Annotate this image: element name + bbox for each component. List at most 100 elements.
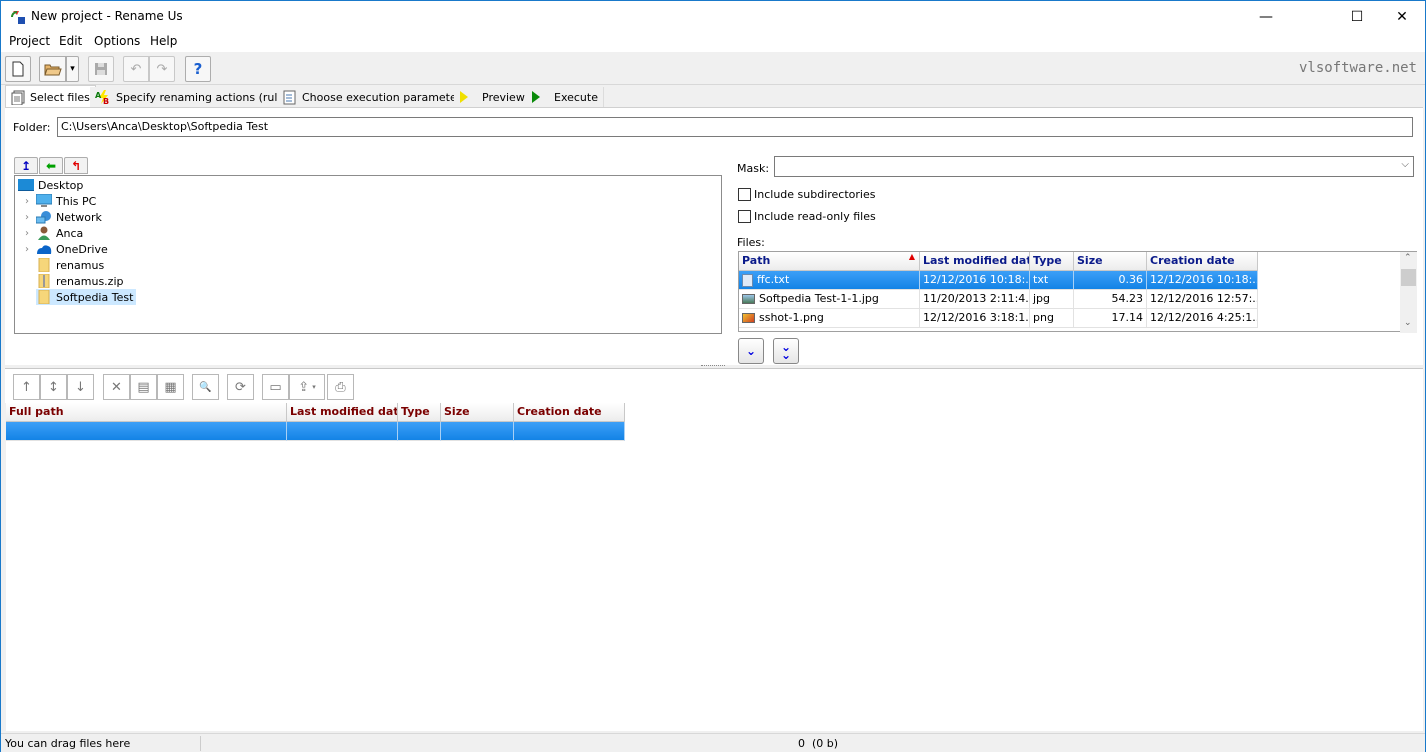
refresh-button[interactable]: ⟳: [227, 374, 254, 400]
undo-icon: ↶: [130, 61, 142, 77]
status-bar: You can drag files here 0 (0 b): [1, 733, 1425, 752]
status-count: 0 (0 b): [798, 737, 839, 750]
remove-button[interactable]: ✕: [103, 374, 130, 400]
selected-files-grid[interactable]: Full path Last modified date Type Size C…: [6, 403, 1423, 731]
remove-icon: ✕: [111, 379, 122, 395]
ab-icon: AB: [95, 90, 109, 104]
expand-chevron-icon[interactable]: ›: [18, 244, 36, 255]
maximize-button[interactable]: ☐: [1334, 1, 1380, 32]
column-header-path[interactable]: Path ▲: [739, 252, 920, 271]
columns-icon: ▭: [269, 379, 282, 395]
remove-selected-button[interactable]: ▤: [130, 374, 157, 400]
nav-up-button[interactable]: ↥: [14, 157, 38, 174]
tab-label: Choose execution parameters: [302, 90, 468, 104]
menu-options[interactable]: Options: [94, 34, 140, 48]
tree-item-softpedia-test[interactable]: Softpedia Test: [36, 289, 137, 305]
tree-item-onedrive[interactable]: › OneDrive: [18, 241, 108, 257]
new-icon: [12, 61, 24, 77]
menu-help[interactable]: Help: [150, 34, 177, 48]
column-header-created[interactable]: Creation date: [1147, 252, 1258, 271]
scroll-up-icon[interactable]: ⌃: [1404, 253, 1412, 263]
image-file-icon: [742, 294, 755, 304]
mask-combobox[interactable]: ⌵: [774, 156, 1414, 177]
redo-icon: ↷: [156, 61, 168, 77]
chevron-down-icon[interactable]: ⌵: [1401, 159, 1409, 170]
menu-edit[interactable]: Edit: [59, 34, 82, 48]
tab-execution-parameters[interactable]: Choose execution parameters: [278, 87, 474, 107]
column-header-full-path[interactable]: Full path: [6, 403, 287, 422]
tree-item-this-pc[interactable]: › This PC: [18, 193, 96, 209]
dropdown-icon: ▾: [70, 64, 75, 74]
tree-item-anca[interactable]: › Anca: [18, 225, 83, 241]
close-button[interactable]: ✕: [1379, 1, 1425, 32]
columns-button[interactable]: ▭: [262, 374, 289, 400]
open-project-button[interactable]: [39, 56, 66, 82]
print-button[interactable]: ⎙: [327, 374, 354, 400]
scroll-down-icon[interactable]: ⌄: [1404, 318, 1412, 328]
add-all-button[interactable]: ⌄ ⌄: [773, 338, 799, 364]
tree-item-network[interactable]: › Network: [18, 209, 102, 225]
folder-icon: [38, 290, 50, 304]
files-grid[interactable]: Path ▲ Last modified date Type Size Creat…: [738, 251, 1417, 333]
save-icon: [95, 63, 107, 75]
tab-strip: Select files AB Specify renaming actions…: [1, 85, 1425, 108]
expand-chevron-icon[interactable]: ›: [18, 228, 36, 239]
tree-item-renamus[interactable]: renamus: [36, 257, 104, 273]
tab-select-files[interactable]: Select files: [5, 85, 96, 108]
help-button[interactable]: ?: [185, 56, 211, 82]
include-readonly-checkbox[interactable]: Include read-only files: [738, 210, 876, 223]
column-header-size[interactable]: Size: [441, 403, 514, 422]
save-project-button[interactable]: [88, 56, 114, 82]
user-icon: [38, 226, 50, 240]
redo-button[interactable]: ↷: [149, 56, 175, 82]
expand-chevron-icon[interactable]: ›: [18, 196, 36, 207]
remove-selected-icon: ▤: [137, 379, 150, 395]
minimize-icon: —: [1259, 8, 1273, 25]
svg-text:A: A: [95, 91, 102, 100]
column-header-created[interactable]: Creation date: [514, 403, 625, 422]
png-file-icon: [742, 313, 755, 323]
files-scrollbar[interactable]: ⌃ ⌄: [1400, 252, 1417, 333]
pages-icon: [11, 90, 25, 105]
minimize-button[interactable]: —: [1243, 1, 1289, 32]
nav-return-button[interactable]: ↰: [64, 157, 88, 174]
move-down-button[interactable]: ↓: [67, 374, 94, 400]
add-selected-button[interactable]: ⌄: [738, 338, 764, 364]
include-subdirectories-checkbox[interactable]: Include subdirectories: [738, 188, 875, 201]
column-header-size[interactable]: Size: [1074, 252, 1147, 271]
tree-item-renamus-zip[interactable]: renamus.zip: [36, 273, 124, 289]
computer-icon: [36, 194, 52, 207]
folder-label: Folder:: [13, 121, 51, 134]
column-header-type[interactable]: Type: [398, 403, 441, 422]
tab-label: Specify renaming actions (rules): [116, 90, 295, 104]
move-up-icon: ↑: [21, 379, 32, 395]
column-header-modified[interactable]: Last modified date: [287, 403, 398, 422]
column-header-modified[interactable]: Last modified date: [920, 252, 1030, 271]
remove-all-button[interactable]: ▦: [157, 374, 184, 400]
tab-renaming-rules[interactable]: AB Specify renaming actions (rules): [90, 87, 301, 107]
column-header-type[interactable]: Type: [1030, 252, 1074, 271]
new-project-button[interactable]: [5, 56, 31, 82]
menu-project[interactable]: Project: [9, 34, 50, 48]
nav-back-button[interactable]: ⬅: [39, 157, 63, 174]
checkbox-box[interactable]: [738, 210, 751, 223]
tab-execute[interactable]: Execute: [526, 87, 604, 107]
undo-button[interactable]: ↶: [123, 56, 149, 82]
play-green-icon: [532, 91, 540, 103]
status-hint: You can drag files here: [5, 737, 131, 750]
tab-preview[interactable]: Preview: [454, 87, 531, 107]
move-up-button[interactable]: ↑: [13, 374, 40, 400]
tab-label: Select files: [30, 90, 90, 104]
folder-path-input[interactable]: C:\Users\Anca\Desktop\Softpedia Test: [57, 117, 1413, 137]
export-button[interactable]: ⇪ ▾: [289, 374, 325, 400]
scroll-thumb[interactable]: [1401, 269, 1416, 286]
checkbox-box[interactable]: [738, 188, 751, 201]
find-button[interactable]: 🔍: [192, 374, 219, 400]
svg-text:B: B: [103, 97, 109, 104]
folder-tree[interactable]: Desktop › This PC › Network › Anca › One…: [14, 175, 722, 334]
double-chevron-down-icon: ⌄ ⌄: [780, 340, 792, 362]
open-dropdown-button[interactable]: ▾: [66, 56, 79, 82]
expand-chevron-icon[interactable]: ›: [18, 212, 36, 223]
move-updown-button[interactable]: ↕: [40, 374, 67, 400]
tree-item-desktop[interactable]: Desktop: [18, 177, 83, 193]
